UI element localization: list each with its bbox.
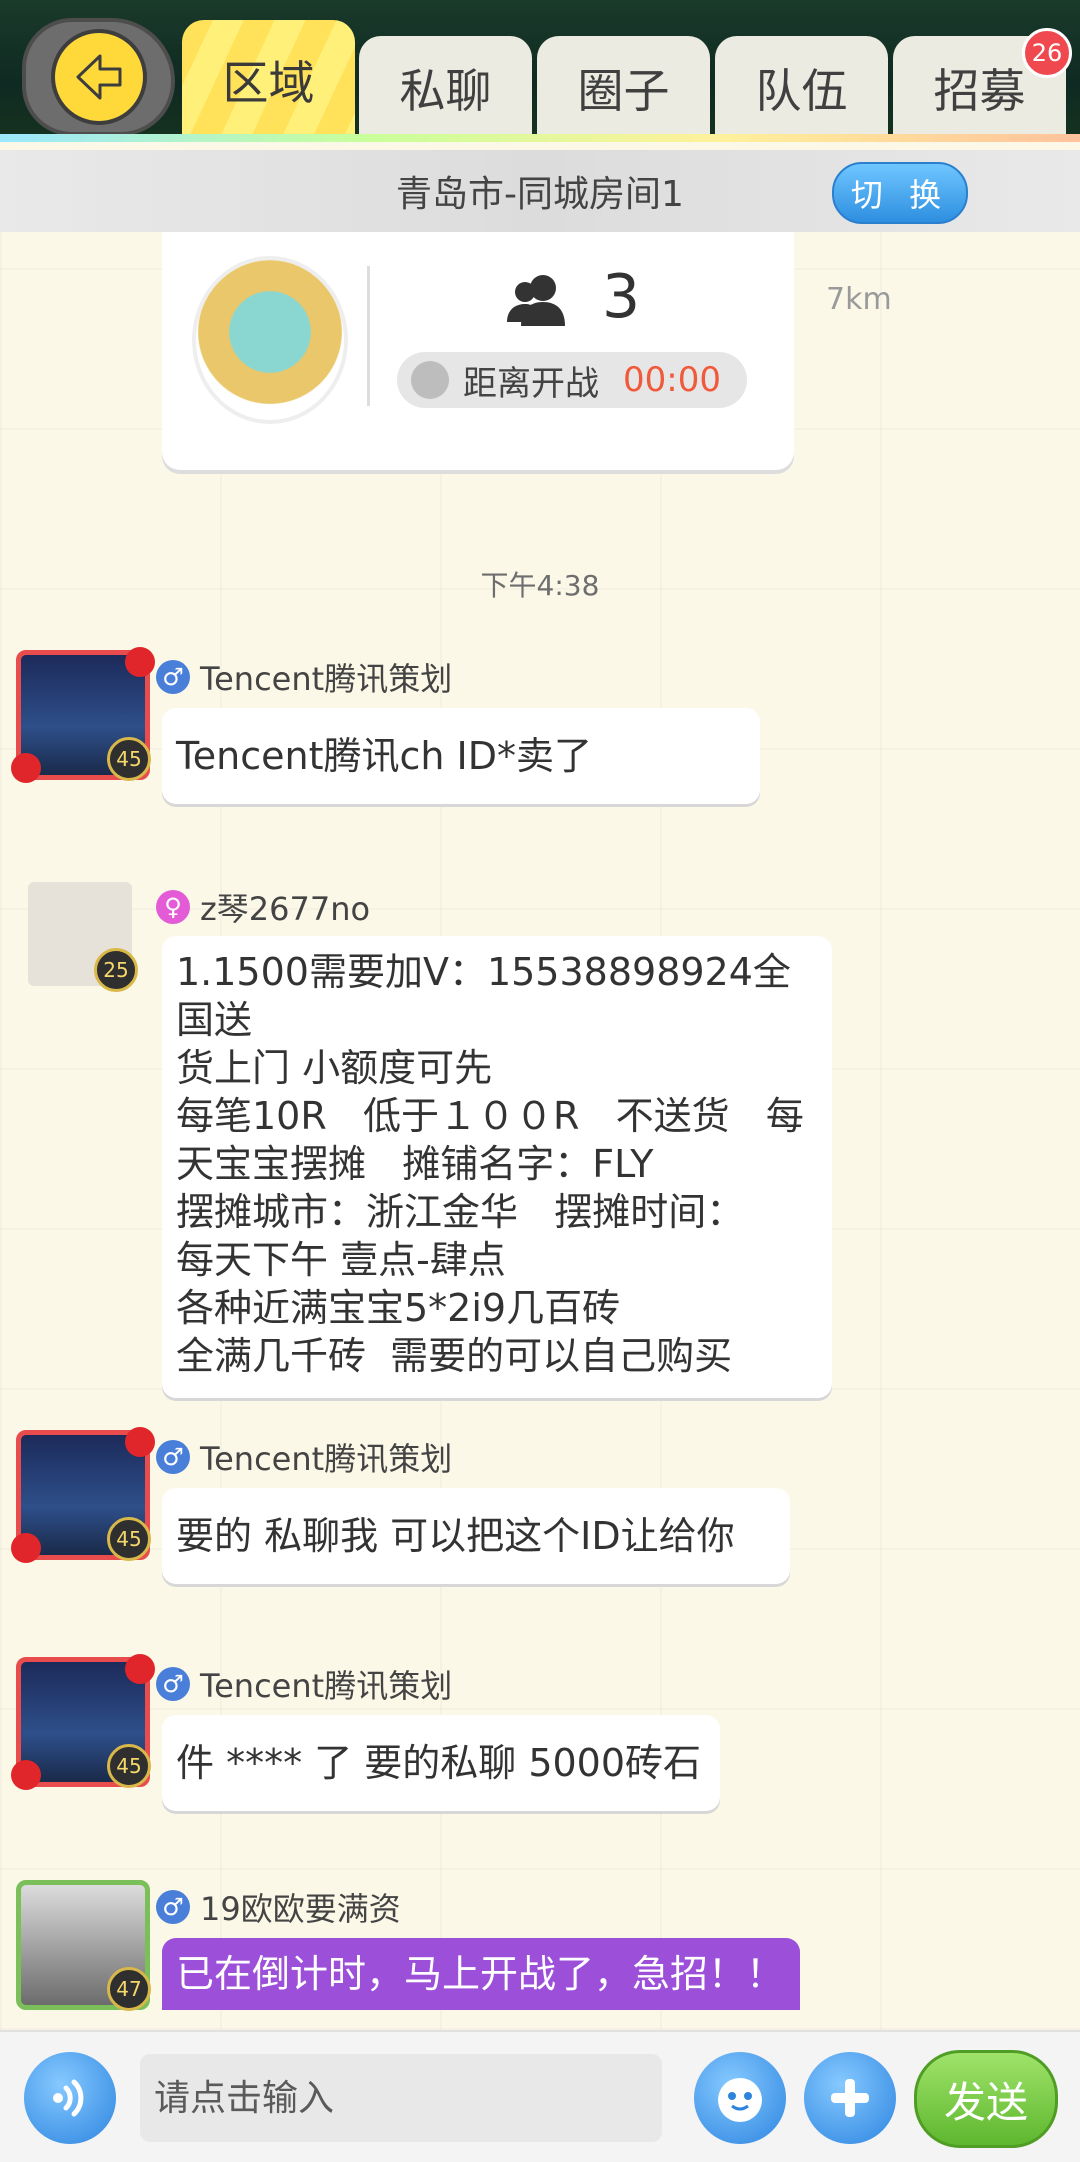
back-arrow-icon	[50, 29, 147, 125]
tab-label: 圈子	[577, 64, 670, 118]
distance-label: 7km	[826, 282, 892, 317]
player-count: 3	[602, 262, 641, 332]
sender-name[interactable]: ♀ z琴2677no	[156, 884, 370, 930]
message-bubble[interactable]: Tencent腾讯ch ID*卖了	[162, 708, 760, 804]
sender-label: 19欧欧要满资	[200, 1890, 401, 1928]
sender-label: z琴2677no	[200, 890, 371, 928]
sender-label: Tencent腾讯策划	[200, 1667, 453, 1705]
avatar[interactable]: 45	[11, 647, 155, 783]
chat-input-bar: 发送	[0, 2030, 1080, 2162]
level-badge: 25	[94, 948, 138, 992]
tab-label: 招募	[933, 64, 1026, 118]
room-title: 青岛市-同城房间1	[396, 174, 684, 215]
sender-label: Tencent腾讯策划	[200, 660, 453, 698]
message-bubble[interactable]: 要的 私聊我 可以把这个ID让给你	[162, 1488, 790, 1584]
level-badge: 45	[107, 737, 151, 781]
flower-icon	[125, 1427, 155, 1457]
tab-team[interactable]: 队伍	[715, 36, 888, 140]
countdown-pill: 距离开战 00:00	[397, 352, 747, 408]
voice-button[interactable]	[24, 2052, 116, 2144]
sender-name[interactable]: ♂ Tencent腾讯策划	[156, 654, 452, 700]
emoji-button[interactable]	[694, 2052, 786, 2144]
tab-private-chat[interactable]: 私聊	[359, 36, 532, 140]
room-bar: 青岛市-同城房间1 切 换	[0, 150, 1080, 232]
flower-icon	[125, 647, 155, 677]
plus-icon	[831, 2079, 869, 2117]
countdown-label: 距离开战	[463, 363, 599, 404]
tab-label: 区域	[222, 56, 315, 110]
host-avatar	[192, 256, 348, 424]
unread-badge: 26	[1022, 28, 1072, 78]
voice-icon	[53, 2079, 84, 2117]
recruit-bubble[interactable]: 已在倒计时，马上开战了，急招！！	[162, 1938, 800, 2010]
switch-room-button[interactable]: 切 换	[832, 162, 968, 224]
tab-circle[interactable]: 圈子	[537, 36, 710, 140]
top-navigation: 区域 私聊 圈子 队伍 招募 26	[0, 0, 1080, 142]
avatar[interactable]: 25	[28, 882, 138, 992]
message-bubble[interactable]: 件 **** 了 要的私聊 5000砖石	[162, 1715, 720, 1811]
tab-label: 私聊	[399, 64, 492, 118]
tab-region[interactable]: 区域	[182, 20, 355, 140]
emoji-icon	[718, 2078, 762, 2122]
flower-icon	[125, 1654, 155, 1684]
rainbow-divider	[0, 134, 1080, 142]
sender-name[interactable]: ♂ Tencent腾讯策划	[156, 1661, 452, 1707]
flower-icon	[11, 753, 41, 783]
avatar[interactable]: 45	[11, 1427, 155, 1563]
male-icon: ♂	[156, 660, 190, 694]
tab-label: 队伍	[755, 64, 848, 118]
room-card[interactable]: 3 距离开战 00:00	[162, 232, 794, 470]
avatar[interactable]: 45	[11, 1654, 155, 1790]
male-icon: ♂	[156, 1440, 190, 1474]
tab-recruit[interactable]: 招募 26	[893, 28, 1072, 140]
male-icon: ♂	[156, 1890, 190, 1924]
card-divider	[367, 266, 370, 406]
level-badge: 45	[107, 1517, 151, 1561]
chat-timestamp: 下午4:38	[480, 569, 600, 602]
people-icon	[507, 275, 565, 326]
male-icon: ♂	[156, 1667, 190, 1701]
back-button[interactable]	[22, 18, 175, 136]
female-icon: ♀	[156, 890, 190, 924]
skull-icon	[411, 361, 449, 399]
sender-label: Tencent腾讯策划	[200, 1440, 453, 1478]
sender-name[interactable]: ♂ Tencent腾讯策划	[156, 1434, 452, 1480]
sender-name[interactable]: ♂ 19欧欧要满资	[156, 1884, 401, 1930]
flower-icon	[11, 1533, 41, 1563]
level-badge: 45	[107, 1744, 151, 1788]
countdown-time: 00:00	[623, 360, 721, 400]
more-options-button[interactable]	[804, 2052, 896, 2144]
send-button[interactable]: 发送	[914, 2050, 1058, 2148]
flower-icon	[11, 1760, 41, 1790]
message-bubble[interactable]: 1.1500需要加V：15538898924全国送 货上门 小额度可先 每笔10…	[162, 936, 832, 1398]
message-input[interactable]	[140, 2054, 662, 2142]
avatar[interactable]: 47	[16, 1880, 151, 2011]
level-badge: 47	[107, 1967, 151, 2011]
